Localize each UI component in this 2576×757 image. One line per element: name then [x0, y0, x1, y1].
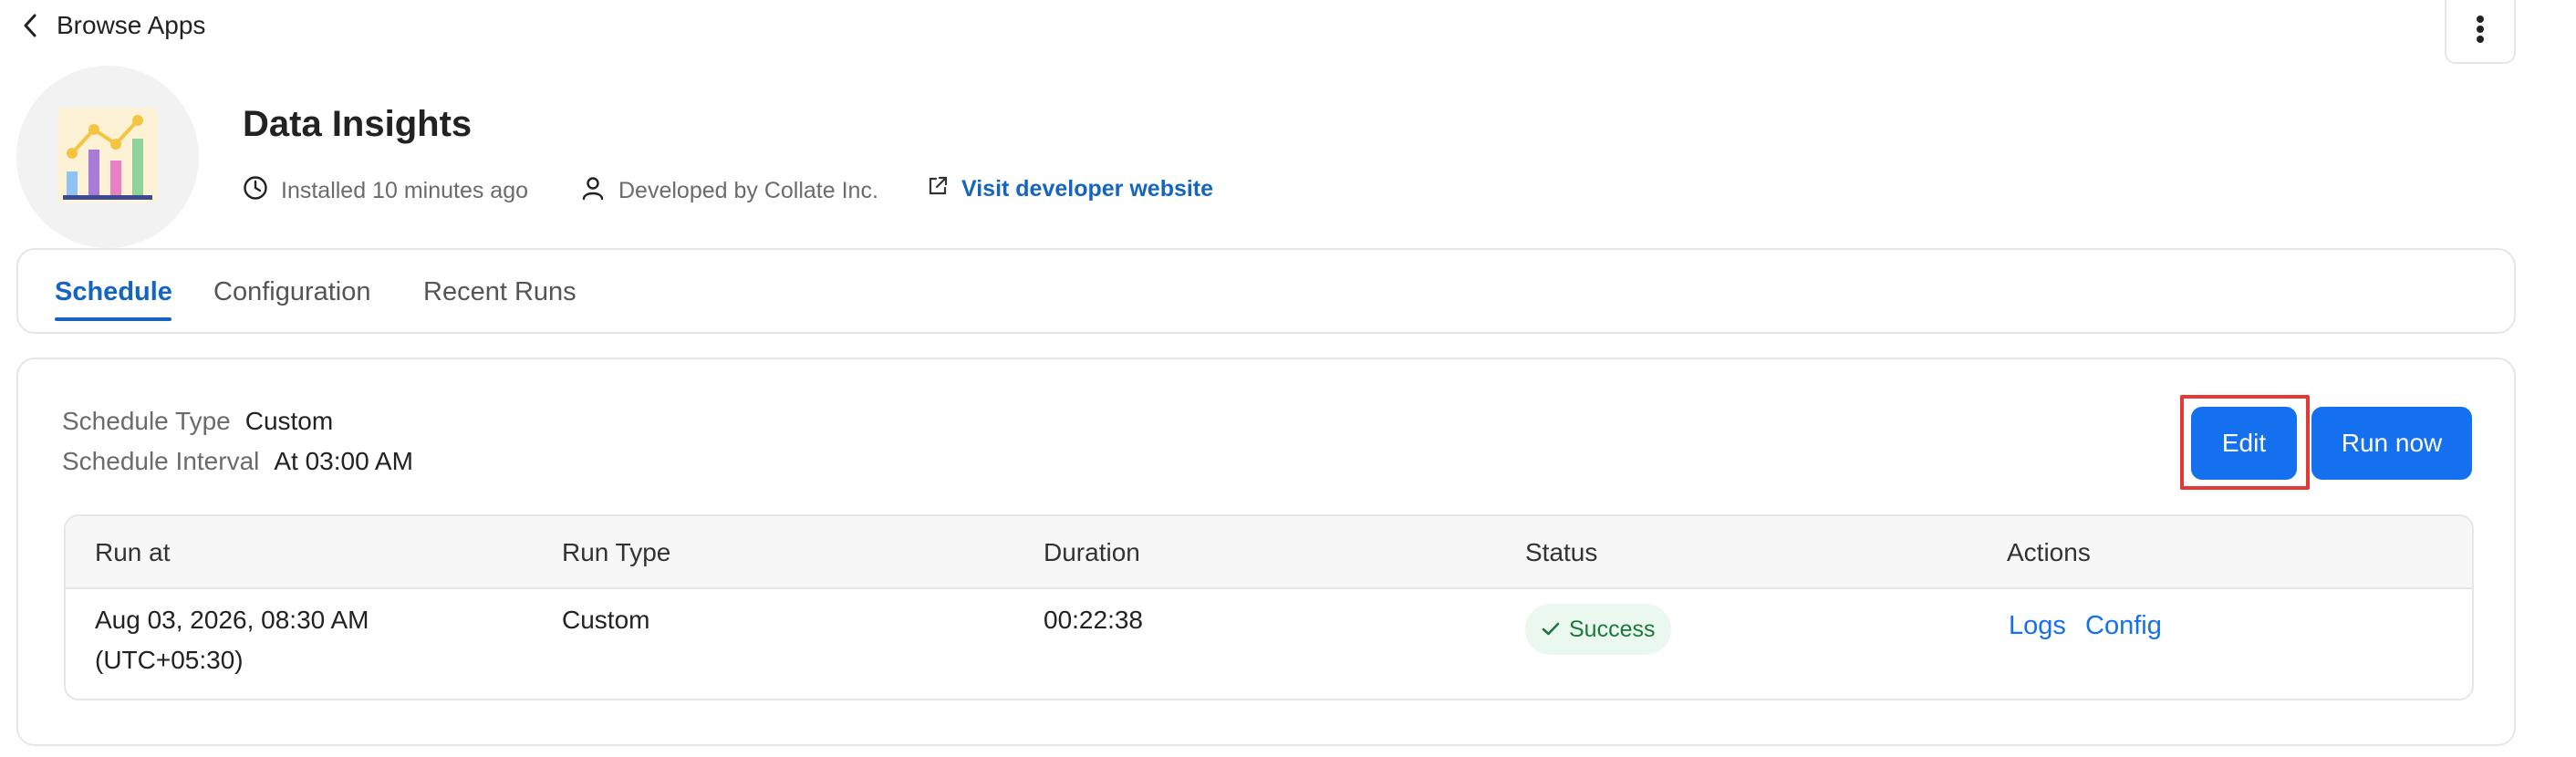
developer-text: Developed by Collate Inc.: [618, 178, 878, 203]
column-actions: Actions: [2007, 538, 2091, 566]
installed-text: Installed 10 minutes ago: [281, 178, 529, 203]
column-status: Status: [1525, 538, 1598, 566]
column-run-type: Run Type: [562, 538, 671, 566]
user-icon: [580, 175, 606, 207]
data-insights-chart-icon: [57, 107, 158, 207]
more-options-button[interactable]: [2445, 0, 2516, 64]
external-link-icon: [927, 175, 949, 203]
run-now-button[interactable]: Run now: [2311, 407, 2472, 480]
status-badge: Success: [1525, 604, 1672, 655]
more-vertical-icon: [2476, 15, 2485, 48]
table-header: Run at Run Type Duration Status Actions: [66, 516, 2472, 589]
schedule-interval-label: Schedule Interval: [62, 447, 260, 475]
schedule-interval-row: Schedule Interval At 03:00 AM: [62, 447, 413, 476]
runs-table: Run at Run Type Duration Status Actions …: [64, 514, 2474, 700]
duration-cell: 00:22:38: [1044, 606, 1143, 634]
schedule-type-value: Custom: [244, 407, 334, 435]
chevron-left-icon: [18, 14, 42, 37]
schedule-interval-value: At 03:00 AM: [274, 447, 413, 475]
developer-info: Developed by Collate Inc.: [580, 175, 878, 207]
run-type-cell: Custom: [562, 606, 650, 634]
status-text: Success: [1569, 616, 1656, 642]
schedule-type-row: Schedule Type Custom: [62, 407, 333, 436]
schedule-type-label: Schedule Type: [62, 407, 231, 435]
app-title: Data Insights: [243, 104, 473, 144]
run-at-cell: Aug 03, 2026, 08:30 AM (UTC+05:30): [95, 600, 369, 680]
column-duration: Duration: [1044, 538, 1140, 566]
clock-icon: [243, 175, 268, 207]
app-header: Data Insights Installed 10 minutes ago D…: [16, 66, 2516, 248]
installed-info: Installed 10 minutes ago: [243, 175, 528, 207]
tab-schedule[interactable]: Schedule: [55, 250, 172, 334]
schedule-panel: Schedule Type Custom Schedule Interval A…: [16, 358, 2516, 746]
edit-button-highlight: [2180, 395, 2310, 490]
tab-recent-runs[interactable]: Recent Runs: [423, 250, 576, 334]
visit-developer-website-label: Visit developer website: [961, 176, 1214, 202]
top-bar: Browse Apps: [0, 0, 2576, 64]
run-at-timezone: (UTC+05:30): [95, 646, 244, 674]
browse-apps-back-link[interactable]: Browse Apps: [18, 7, 205, 44]
logs-link[interactable]: Logs: [2009, 611, 2066, 641]
tab-configuration[interactable]: Configuration: [213, 250, 371, 334]
config-link[interactable]: Config: [2085, 611, 2162, 641]
column-run-at: Run at: [95, 538, 171, 566]
app-tabs: Schedule Configuration Recent Runs: [16, 248, 2516, 334]
run-at-datetime: Aug 03, 2026, 08:30 AM: [95, 606, 369, 634]
developer-website-link[interactable]: Visit developer website: [927, 175, 1213, 203]
active-tab-indicator: [55, 317, 171, 321]
check-icon: [1542, 617, 1560, 643]
browse-apps-label: Browse Apps: [57, 11, 206, 39]
app-logo: [16, 66, 199, 248]
